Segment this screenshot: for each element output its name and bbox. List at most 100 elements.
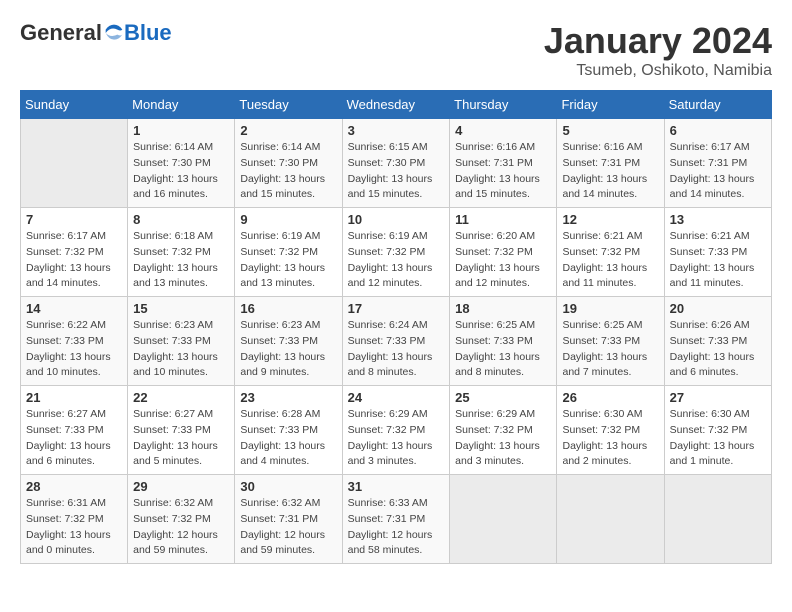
day-cell: 13 Sunrise: 6:21 AM Sunset: 7:33 PM Dayli… [664, 208, 771, 297]
day-cell: 22 Sunrise: 6:27 AM Sunset: 7:33 PM Dayli… [128, 386, 235, 475]
calendar-table: SundayMondayTuesdayWednesdayThursdayFrid… [20, 90, 772, 564]
day-number: 29 [133, 479, 229, 494]
day-number: 26 [562, 390, 658, 405]
page-header: General Blue January 2024 Tsumeb, Oshiko… [20, 20, 772, 80]
day-info: Sunrise: 6:23 AM Sunset: 7:33 PM Dayligh… [133, 318, 229, 381]
day-number: 2 [240, 123, 336, 138]
day-info: Sunrise: 6:25 AM Sunset: 7:33 PM Dayligh… [455, 318, 551, 381]
day-info: Sunrise: 6:16 AM Sunset: 7:31 PM Dayligh… [562, 140, 658, 203]
day-number: 20 [670, 301, 766, 316]
day-number: 23 [240, 390, 336, 405]
day-cell: 7 Sunrise: 6:17 AM Sunset: 7:32 PM Daylig… [21, 208, 128, 297]
day-info: Sunrise: 6:21 AM Sunset: 7:32 PM Dayligh… [562, 229, 658, 292]
day-info: Sunrise: 6:32 AM Sunset: 7:31 PM Dayligh… [240, 496, 336, 559]
day-number: 5 [562, 123, 658, 138]
calendar-title: January 2024 [544, 20, 772, 62]
day-number: 27 [670, 390, 766, 405]
day-cell: 11 Sunrise: 6:20 AM Sunset: 7:32 PM Dayli… [450, 208, 557, 297]
day-info: Sunrise: 6:27 AM Sunset: 7:33 PM Dayligh… [26, 407, 122, 470]
day-info: Sunrise: 6:29 AM Sunset: 7:32 PM Dayligh… [455, 407, 551, 470]
week-row: 7 Sunrise: 6:17 AM Sunset: 7:32 PM Daylig… [21, 208, 772, 297]
day-cell: 24Sunrise: 6:29 AM Sunset: 7:32 PM Dayli… [342, 386, 450, 475]
day-number: 11 [455, 212, 551, 227]
day-info: Sunrise: 6:33 AM Sunset: 7:31 PM Dayligh… [348, 496, 445, 559]
day-number: 13 [670, 212, 766, 227]
logo: General Blue [20, 20, 172, 46]
day-info: Sunrise: 6:25 AM Sunset: 7:33 PM Dayligh… [562, 318, 658, 381]
day-cell [21, 119, 128, 208]
day-cell: 28Sunrise: 6:31 AM Sunset: 7:32 PM Dayli… [21, 475, 128, 564]
day-cell: 30 Sunrise: 6:32 AM Sunset: 7:31 PM Dayli… [235, 475, 342, 564]
day-cell: 29 Sunrise: 6:32 AM Sunset: 7:32 PM Dayli… [128, 475, 235, 564]
day-number: 12 [562, 212, 658, 227]
day-info: Sunrise: 6:32 AM Sunset: 7:32 PM Dayligh… [133, 496, 229, 559]
day-number: 21 [26, 390, 122, 405]
day-number: 1 [133, 123, 229, 138]
day-info: Sunrise: 6:21 AM Sunset: 7:33 PM Dayligh… [670, 229, 766, 292]
title-block: January 2024 Tsumeb, Oshikoto, Namibia [544, 20, 772, 80]
day-number: 28 [26, 479, 122, 494]
day-info: Sunrise: 6:15 AM Sunset: 7:30 PM Dayligh… [348, 140, 445, 203]
day-info: Sunrise: 6:17 AM Sunset: 7:31 PM Dayligh… [670, 140, 766, 203]
day-info: Sunrise: 6:28 AM Sunset: 7:33 PM Dayligh… [240, 407, 336, 470]
day-number: 16 [240, 301, 336, 316]
week-row: 1Sunrise: 6:14 AM Sunset: 7:30 PM Daylig… [21, 119, 772, 208]
day-info: Sunrise: 6:19 AM Sunset: 7:32 PM Dayligh… [240, 229, 336, 292]
day-cell: 20 Sunrise: 6:26 AM Sunset: 7:33 PM Dayli… [664, 297, 771, 386]
column-header-saturday: Saturday [664, 91, 771, 119]
week-row: 21 Sunrise: 6:27 AM Sunset: 7:33 PM Dayli… [21, 386, 772, 475]
day-number: 31 [348, 479, 445, 494]
day-info: Sunrise: 6:20 AM Sunset: 7:32 PM Dayligh… [455, 229, 551, 292]
day-info: Sunrise: 6:26 AM Sunset: 7:33 PM Dayligh… [670, 318, 766, 381]
day-cell: 16 Sunrise: 6:23 AM Sunset: 7:33 PM Dayli… [235, 297, 342, 386]
day-number: 14 [26, 301, 122, 316]
day-number: 8 [133, 212, 229, 227]
day-cell: 15 Sunrise: 6:23 AM Sunset: 7:33 PM Dayli… [128, 297, 235, 386]
day-cell: 4 Sunrise: 6:16 AM Sunset: 7:31 PM Daylig… [450, 119, 557, 208]
day-cell: 1Sunrise: 6:14 AM Sunset: 7:30 PM Daylig… [128, 119, 235, 208]
day-cell: 8 Sunrise: 6:18 AM Sunset: 7:32 PM Daylig… [128, 208, 235, 297]
day-number: 22 [133, 390, 229, 405]
header-row: SundayMondayTuesdayWednesdayThursdayFrid… [21, 91, 772, 119]
day-number: 25 [455, 390, 551, 405]
column-header-tuesday: Tuesday [235, 91, 342, 119]
day-number: 9 [240, 212, 336, 227]
column-header-monday: Monday [128, 91, 235, 119]
column-header-wednesday: Wednesday [342, 91, 450, 119]
day-number: 7 [26, 212, 122, 227]
day-cell: 19 Sunrise: 6:25 AM Sunset: 7:33 PM Dayli… [557, 297, 664, 386]
day-info: Sunrise: 6:24 AM Sunset: 7:33 PM Dayligh… [348, 318, 445, 381]
day-number: 24 [348, 390, 445, 405]
column-header-thursday: Thursday [450, 91, 557, 119]
day-cell [664, 475, 771, 564]
day-cell [557, 475, 664, 564]
day-cell: 31 Sunrise: 6:33 AM Sunset: 7:31 PM Dayli… [342, 475, 450, 564]
day-cell: 17 Sunrise: 6:24 AM Sunset: 7:33 PM Dayli… [342, 297, 450, 386]
day-cell: 26 Sunrise: 6:30 AM Sunset: 7:32 PM Dayli… [557, 386, 664, 475]
day-number: 19 [562, 301, 658, 316]
day-number: 4 [455, 123, 551, 138]
day-info: Sunrise: 6:30 AM Sunset: 7:32 PM Dayligh… [562, 407, 658, 470]
day-info: Sunrise: 6:22 AM Sunset: 7:33 PM Dayligh… [26, 318, 122, 381]
day-number: 30 [240, 479, 336, 494]
day-cell: 18Sunrise: 6:25 AM Sunset: 7:33 PM Dayli… [450, 297, 557, 386]
day-info: Sunrise: 6:18 AM Sunset: 7:32 PM Dayligh… [133, 229, 229, 292]
day-info: Sunrise: 6:17 AM Sunset: 7:32 PM Dayligh… [26, 229, 122, 292]
day-cell: 2Sunrise: 6:14 AM Sunset: 7:30 PM Daylig… [235, 119, 342, 208]
week-row: 14 Sunrise: 6:22 AM Sunset: 7:33 PM Dayli… [21, 297, 772, 386]
day-cell: 6 Sunrise: 6:17 AM Sunset: 7:31 PM Daylig… [664, 119, 771, 208]
day-cell: 9 Sunrise: 6:19 AM Sunset: 7:32 PM Daylig… [235, 208, 342, 297]
day-number: 15 [133, 301, 229, 316]
day-number: 10 [348, 212, 445, 227]
column-header-friday: Friday [557, 91, 664, 119]
day-number: 17 [348, 301, 445, 316]
day-cell: 25 Sunrise: 6:29 AM Sunset: 7:32 PM Dayli… [450, 386, 557, 475]
calendar-subtitle: Tsumeb, Oshikoto, Namibia [544, 62, 772, 80]
day-number: 6 [670, 123, 766, 138]
day-info: Sunrise: 6:27 AM Sunset: 7:33 PM Dayligh… [133, 407, 229, 470]
day-cell: 5 Sunrise: 6:16 AM Sunset: 7:31 PM Daylig… [557, 119, 664, 208]
logo-blue: Blue [124, 20, 172, 46]
day-cell [450, 475, 557, 564]
day-info: Sunrise: 6:23 AM Sunset: 7:33 PM Dayligh… [240, 318, 336, 381]
day-info: Sunrise: 6:16 AM Sunset: 7:31 PM Dayligh… [455, 140, 551, 203]
